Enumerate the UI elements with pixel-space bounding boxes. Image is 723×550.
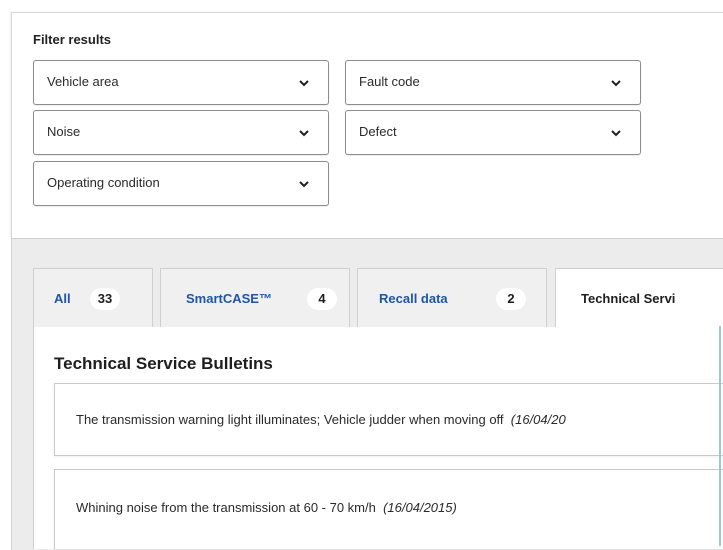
filter-title: Filter results: [33, 32, 112, 47]
tab-label: Technical Servi: [581, 291, 676, 306]
tab-technical-service-bulletins[interactable]: Technical Servi: [555, 268, 723, 330]
tab-label: SmartCASE™: [186, 291, 272, 306]
tsb-content: Technical Service Bulletins The transmis…: [33, 327, 723, 549]
select-label: Noise: [47, 124, 81, 139]
bulletin-date: (16/04/2015): [383, 500, 457, 515]
chevron-down-icon: [611, 130, 621, 137]
chevron-down-icon: [611, 80, 621, 87]
bulletin-text: Whining noise from the transmission at 6…: [76, 500, 457, 515]
bulletin-date: (16/04/20: [510, 412, 566, 427]
bulletin-title: The transmission warning light illuminat…: [76, 412, 504, 427]
select-label: Defect: [359, 124, 397, 139]
select-label: Fault code: [359, 74, 420, 89]
bulletin-item[interactable]: Whining noise from the transmission at 6…: [54, 469, 723, 549]
chevron-down-icon: [299, 130, 309, 137]
count-badge: 2: [496, 288, 526, 310]
select-label: Vehicle area: [47, 74, 119, 89]
vehicle-area-select[interactable]: Vehicle area: [33, 60, 329, 105]
tab-recall-data[interactable]: Recall data 2: [357, 268, 547, 328]
tab-label: All: [54, 291, 71, 306]
tab-smartcase[interactable]: SmartCASE™ 4: [160, 268, 350, 328]
chevron-down-icon: [299, 80, 309, 87]
count-badge: 33: [90, 288, 120, 310]
count-badge: 4: [307, 288, 337, 310]
section-heading: Technical Service Bulletins: [54, 354, 273, 373]
noise-select[interactable]: Noise: [33, 110, 329, 155]
fault-code-select[interactable]: Fault code: [345, 60, 641, 105]
defect-select[interactable]: Defect: [345, 110, 641, 155]
bulletin-title: Whining noise from the transmission at 6…: [76, 500, 376, 515]
chevron-down-icon: [299, 181, 309, 188]
tab-label: Recall data: [379, 291, 448, 306]
tab-all[interactable]: All 33: [33, 268, 153, 328]
select-label: Operating condition: [47, 175, 160, 190]
bulletin-text: The transmission warning light illuminat…: [76, 412, 566, 427]
bulletin-item[interactable]: The transmission warning light illuminat…: [54, 383, 723, 456]
operating-condition-select[interactable]: Operating condition: [33, 161, 329, 206]
scrollbar-edge: [719, 326, 721, 546]
